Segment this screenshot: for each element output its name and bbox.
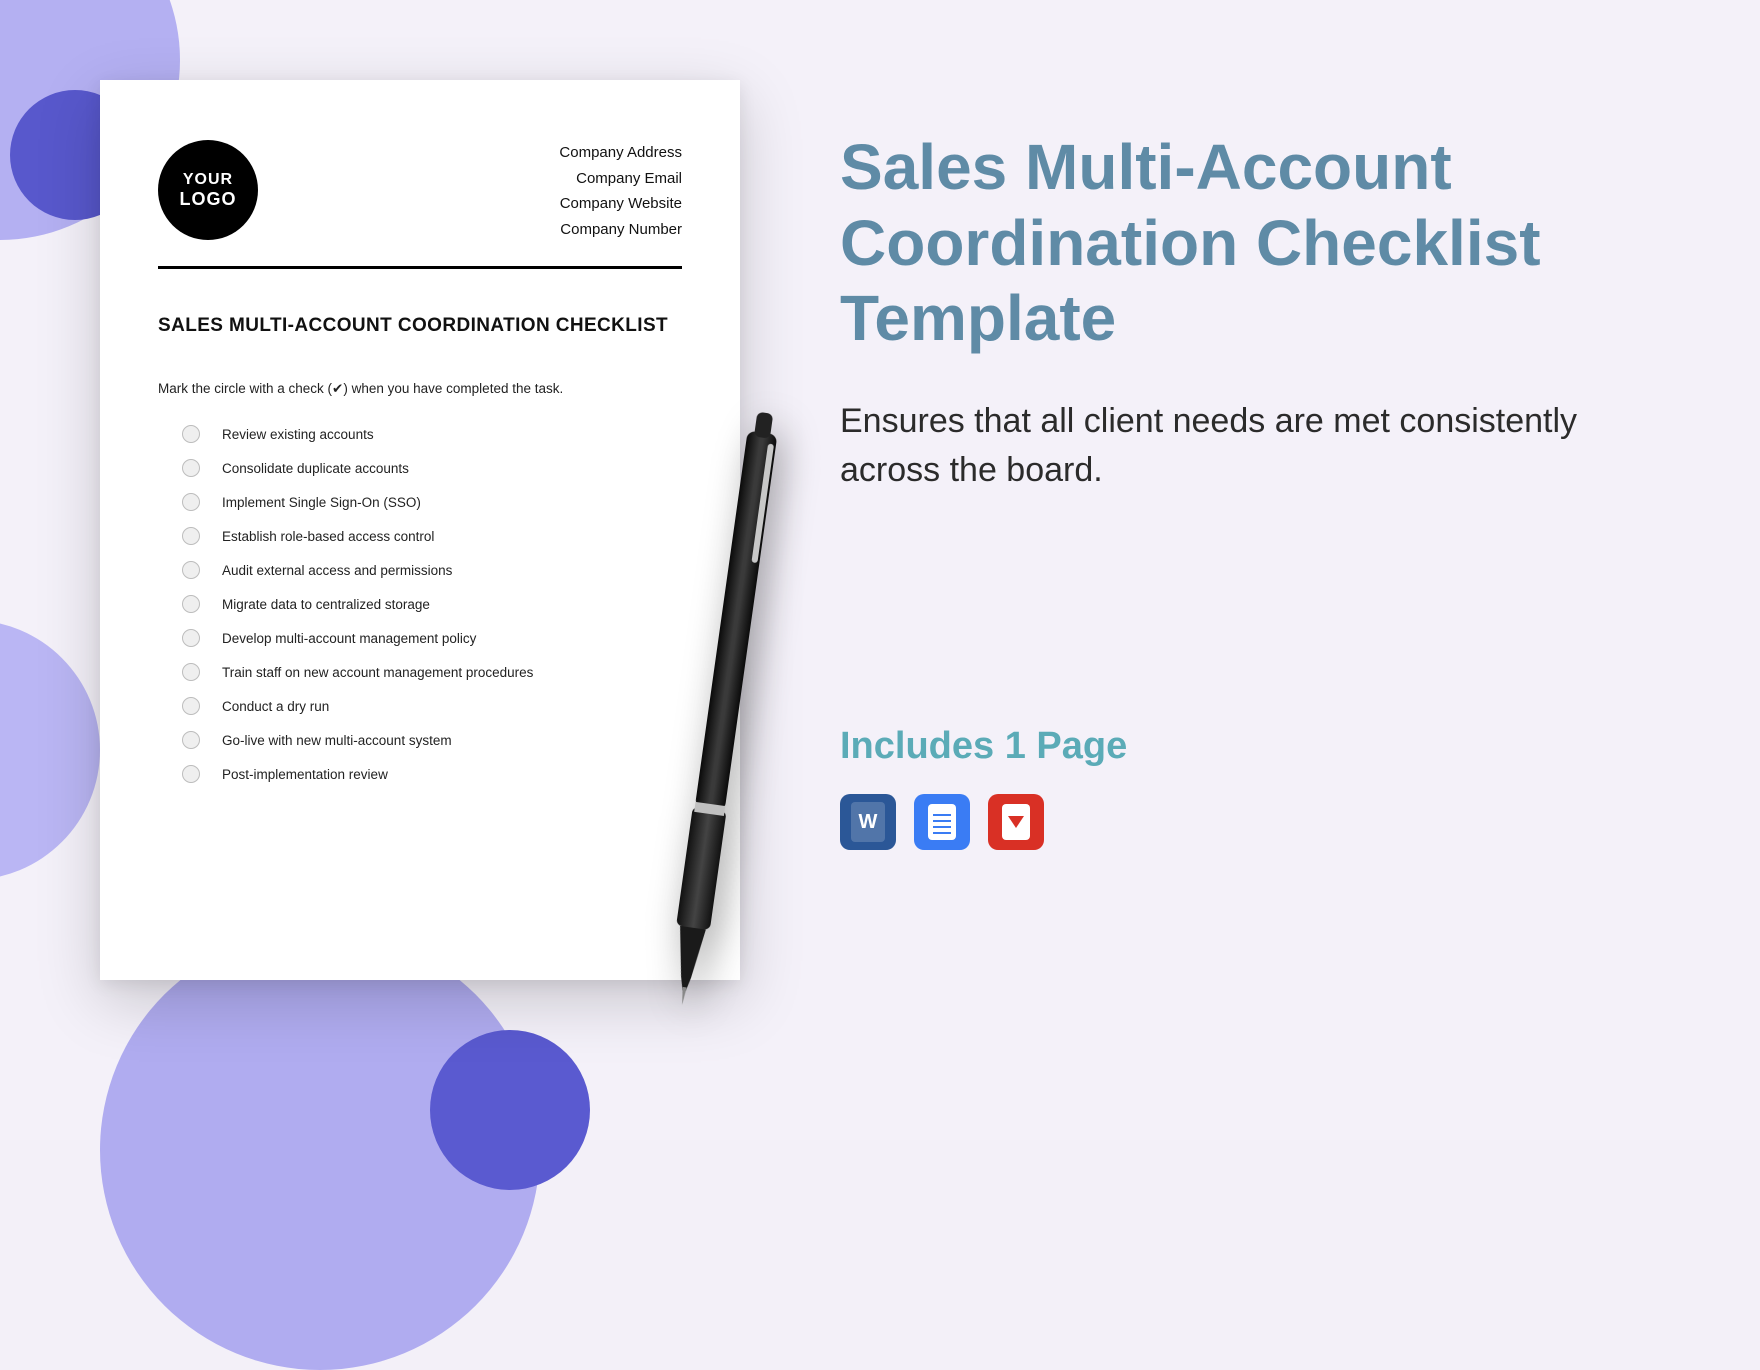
document-preview: YOUR LOGO Company Address Company Email …: [100, 80, 740, 980]
pdf-icon: [988, 794, 1044, 850]
list-item: Audit external access and permissions: [182, 561, 682, 579]
document-instruction: Mark the circle with a check (✔) when yo…: [158, 381, 682, 397]
document-title: SALES MULTI-ACCOUNT COORDINATION CHECKLI…: [158, 315, 682, 337]
format-icons: [840, 794, 1620, 850]
promo-panel: Sales Multi-Account Coordination Checkli…: [840, 80, 1620, 850]
item-label: Post-implementation review: [222, 767, 388, 782]
item-label: Conduct a dry run: [222, 699, 329, 714]
list-item: Migrate data to centralized storage: [182, 595, 682, 613]
list-item: Train staff on new account management pr…: [182, 663, 682, 681]
list-item: Consolidate duplicate accounts: [182, 459, 682, 477]
logo-line2: LOGO: [180, 189, 237, 210]
company-address: Company Address: [559, 140, 682, 166]
word-icon: [840, 794, 896, 850]
item-label: Migrate data to centralized storage: [222, 597, 430, 612]
list-item: Go-live with new multi-account system: [182, 731, 682, 749]
logo-placeholder: YOUR LOGO: [158, 140, 258, 240]
checkbox-icon: [182, 663, 200, 681]
checkbox-icon: [182, 731, 200, 749]
list-item: Establish role-based access control: [182, 527, 682, 545]
logo-line1: YOUR: [183, 171, 233, 189]
company-info: Company Address Company Email Company We…: [559, 140, 682, 242]
google-docs-icon: [914, 794, 970, 850]
divider: [158, 266, 682, 269]
item-label: Develop multi-account management policy: [222, 631, 476, 646]
company-website: Company Website: [559, 191, 682, 217]
includes-label: Includes 1 Page: [840, 725, 1620, 768]
list-item: Implement Single Sign-On (SSO): [182, 493, 682, 511]
item-label: Implement Single Sign-On (SSO): [222, 495, 421, 510]
list-item: Post-implementation review: [182, 765, 682, 783]
checkbox-icon: [182, 629, 200, 647]
checkbox-icon: [182, 493, 200, 511]
company-number: Company Number: [559, 217, 682, 243]
item-label: Train staff on new account management pr…: [222, 665, 533, 680]
company-email: Company Email: [559, 166, 682, 192]
list-item: Review existing accounts: [182, 425, 682, 443]
template-title: Sales Multi-Account Coordination Checkli…: [840, 130, 1620, 357]
checkbox-icon: [182, 459, 200, 477]
checkbox-icon: [182, 561, 200, 579]
checkbox-icon: [182, 527, 200, 545]
checkbox-icon: [182, 765, 200, 783]
checkbox-icon: [182, 425, 200, 443]
item-label: Consolidate duplicate accounts: [222, 461, 409, 476]
item-label: Audit external access and permissions: [222, 563, 452, 578]
checkbox-icon: [182, 697, 200, 715]
list-item: Conduct a dry run: [182, 697, 682, 715]
template-description: Ensures that all client needs are met co…: [840, 397, 1620, 496]
item-label: Go-live with new multi-account system: [222, 733, 452, 748]
checkbox-icon: [182, 595, 200, 613]
main-container: YOUR LOGO Company Address Company Email …: [0, 0, 1760, 1140]
document-header: YOUR LOGO Company Address Company Email …: [158, 140, 682, 242]
item-label: Review existing accounts: [222, 427, 374, 442]
checklist: Review existing accounts Consolidate dup…: [158, 425, 682, 783]
list-item: Develop multi-account management policy: [182, 629, 682, 647]
item-label: Establish role-based access control: [222, 529, 434, 544]
